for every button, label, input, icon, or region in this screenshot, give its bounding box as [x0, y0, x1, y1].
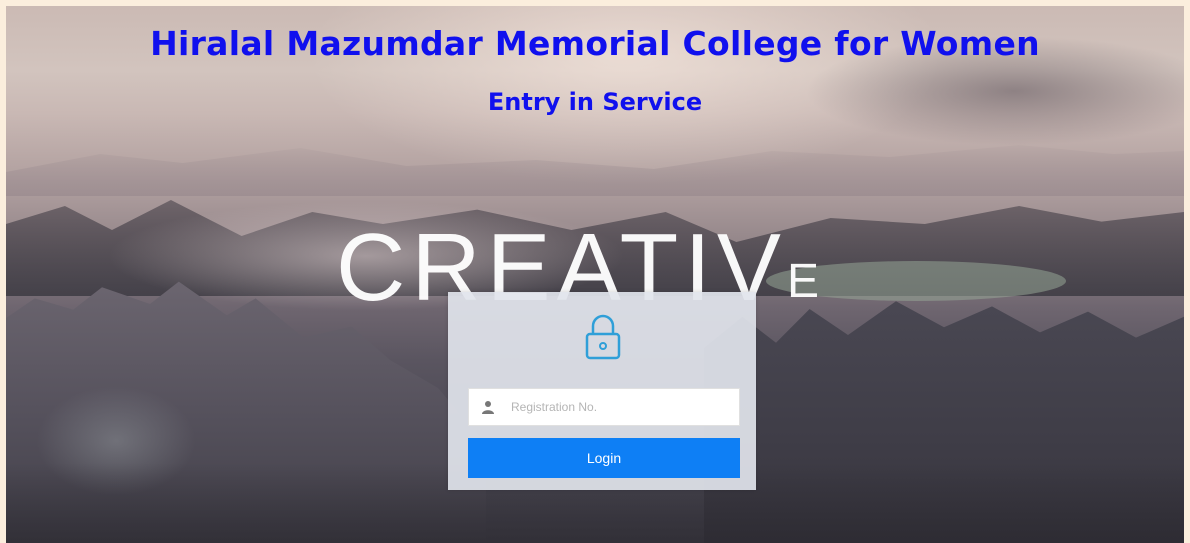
- registration-field[interactable]: [468, 388, 740, 426]
- lock-icon: [585, 314, 621, 360]
- login-panel: Login: [448, 292, 756, 490]
- page-subtitle: Entry in Service: [487, 88, 703, 116]
- login-button[interactable]: Login: [468, 438, 740, 478]
- registration-input[interactable]: [507, 390, 739, 424]
- user-icon: [469, 389, 507, 425]
- college-title: Hiralal Mazumdar Memorial College for Wo…: [150, 24, 1040, 63]
- creative-word-last-letter: E: [786, 255, 825, 308]
